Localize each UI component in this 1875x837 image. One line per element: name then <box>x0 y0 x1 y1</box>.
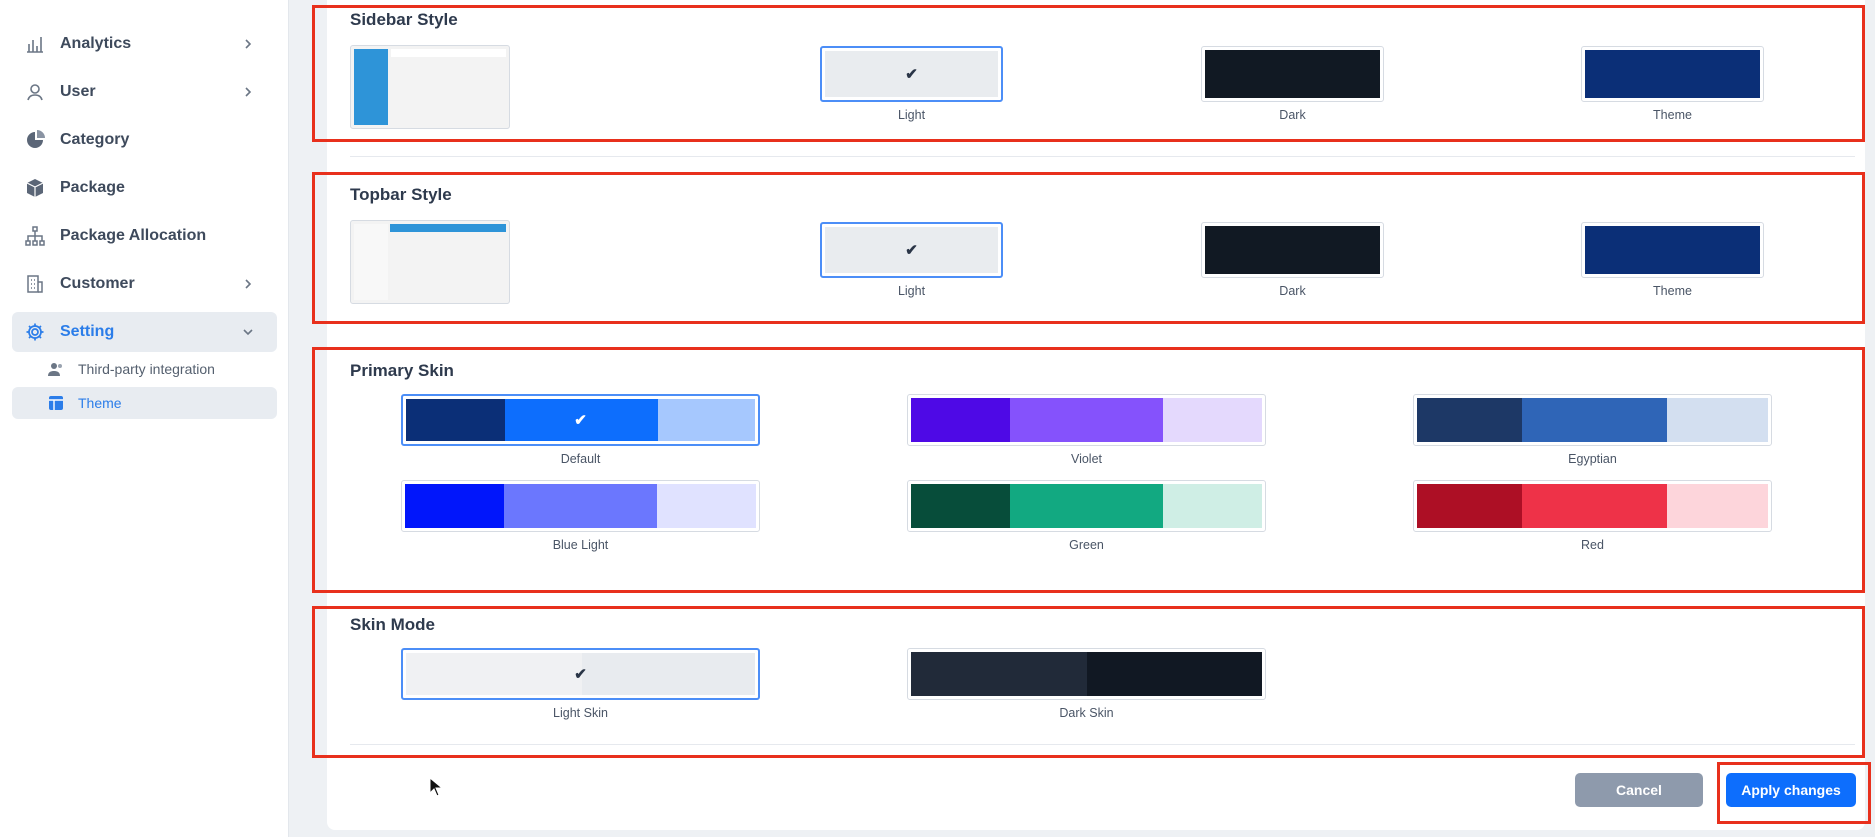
building-icon <box>24 273 46 295</box>
bar-chart-icon <box>24 33 46 55</box>
sidebar-subitem-label: Theme <box>78 395 122 411</box>
option-label: Light <box>897 108 926 122</box>
primary-skin-red-option[interactable]: Red <box>1413 480 1772 552</box>
topbar-style-title: Topbar Style <box>350 185 452 204</box>
hierarchy-icon <box>24 225 46 247</box>
section-divider <box>350 156 1855 157</box>
sidebar-item-setting[interactable]: Setting <box>12 312 277 352</box>
check-icon: ✔ <box>574 412 587 429</box>
gear-icon <box>24 321 46 343</box>
sidebar-item-customer[interactable]: Customer <box>12 264 277 304</box>
option-label: Dark Skin <box>1059 706 1114 720</box>
primary-skin-egyptian-option[interactable]: Egyptian <box>1413 394 1772 466</box>
option-label: Light <box>897 284 926 298</box>
sidebar-style-light-option[interactable]: ✔ Light <box>820 46 1003 122</box>
chevron-right-icon <box>245 39 252 49</box>
check-icon: ✔ <box>905 242 918 259</box>
sidebar-item-package[interactable]: Package <box>12 168 277 208</box>
sidebar-style-title: Sidebar Style <box>350 10 458 29</box>
sidebar-item-analytics[interactable]: Analytics <box>12 24 277 64</box>
chevron-down-icon <box>243 329 253 336</box>
check-icon: ✔ <box>905 66 918 83</box>
option-label: Default <box>560 452 601 466</box>
box-icon <box>24 177 46 199</box>
chevron-right-icon <box>245 279 252 289</box>
sidebar-item-user[interactable]: User <box>12 72 277 112</box>
option-label: Dark <box>1279 284 1306 298</box>
sidebar-style-theme-option[interactable]: Theme <box>1581 46 1764 122</box>
option-label: Red <box>1581 538 1604 552</box>
sidebar-subitem-third-party-integration[interactable]: Third-party integration <box>12 353 277 385</box>
primary-skin-green-option[interactable]: Green <box>907 480 1266 552</box>
option-label: Green <box>1069 538 1104 552</box>
option-label: Dark <box>1279 108 1306 122</box>
sidebar-item-label: Category <box>60 131 130 148</box>
skin-mode-light-option[interactable]: ✔ Light Skin <box>401 648 760 720</box>
sidebar-style-preview <box>350 45 510 129</box>
sidebar-item-category[interactable]: Category <box>12 120 277 160</box>
option-label: Blue Light <box>552 538 609 552</box>
sidebar-item-label: Customer <box>60 275 135 292</box>
option-label: Theme <box>1653 284 1692 298</box>
user-icon <box>24 81 46 103</box>
primary-skin-violet-option[interactable]: Violet <box>907 394 1266 466</box>
primary-skin-default-option[interactable]: ✔ Default <box>401 394 760 466</box>
skin-mode-title: Skin Mode <box>350 615 436 634</box>
topbar-style-light-option[interactable]: ✔ Light <box>820 222 1003 298</box>
sidebar: Analytics User Category Package Package … <box>0 0 289 837</box>
users-icon <box>48 361 64 377</box>
apply-changes-button[interactable]: Apply changes <box>1726 773 1856 807</box>
sidebar-subitem-label: Third-party integration <box>78 361 215 377</box>
sidebar-style-dark-option[interactable]: Dark <box>1201 46 1384 122</box>
option-label: Violet <box>1070 452 1103 466</box>
skin-mode-dark-option[interactable]: Dark Skin <box>907 648 1266 720</box>
mouse-cursor-icon <box>429 777 443 797</box>
check-icon: ✔ <box>574 666 587 683</box>
primary-skin-title: Primary Skin <box>350 361 454 380</box>
option-label: Light Skin <box>553 706 608 720</box>
cancel-button[interactable]: Cancel <box>1575 773 1703 807</box>
section-divider <box>350 744 1855 745</box>
sidebar-item-package-allocation[interactable]: Package Allocation <box>12 216 277 256</box>
primary-skin-blue-light-option[interactable]: Blue Light <box>401 480 760 552</box>
topbar-style-theme-option[interactable]: Theme <box>1581 222 1764 298</box>
sidebar-subitem-theme[interactable]: Theme <box>12 387 277 419</box>
sidebar-item-label: Package Allocation <box>60 227 207 244</box>
chevron-right-icon <box>245 87 252 97</box>
sidebar-item-label: Setting <box>60 323 115 340</box>
option-label: Theme <box>1653 108 1692 122</box>
topbar-style-dark-option[interactable]: Dark <box>1201 222 1384 298</box>
sidebar-item-label: Analytics <box>60 35 132 52</box>
pie-chart-icon <box>24 129 46 151</box>
layout-icon <box>48 395 64 411</box>
sidebar-item-label: Package <box>60 179 125 196</box>
topbar-style-preview <box>350 220 510 304</box>
sidebar-item-label: User <box>60 83 96 100</box>
option-label: Egyptian <box>1568 452 1617 466</box>
